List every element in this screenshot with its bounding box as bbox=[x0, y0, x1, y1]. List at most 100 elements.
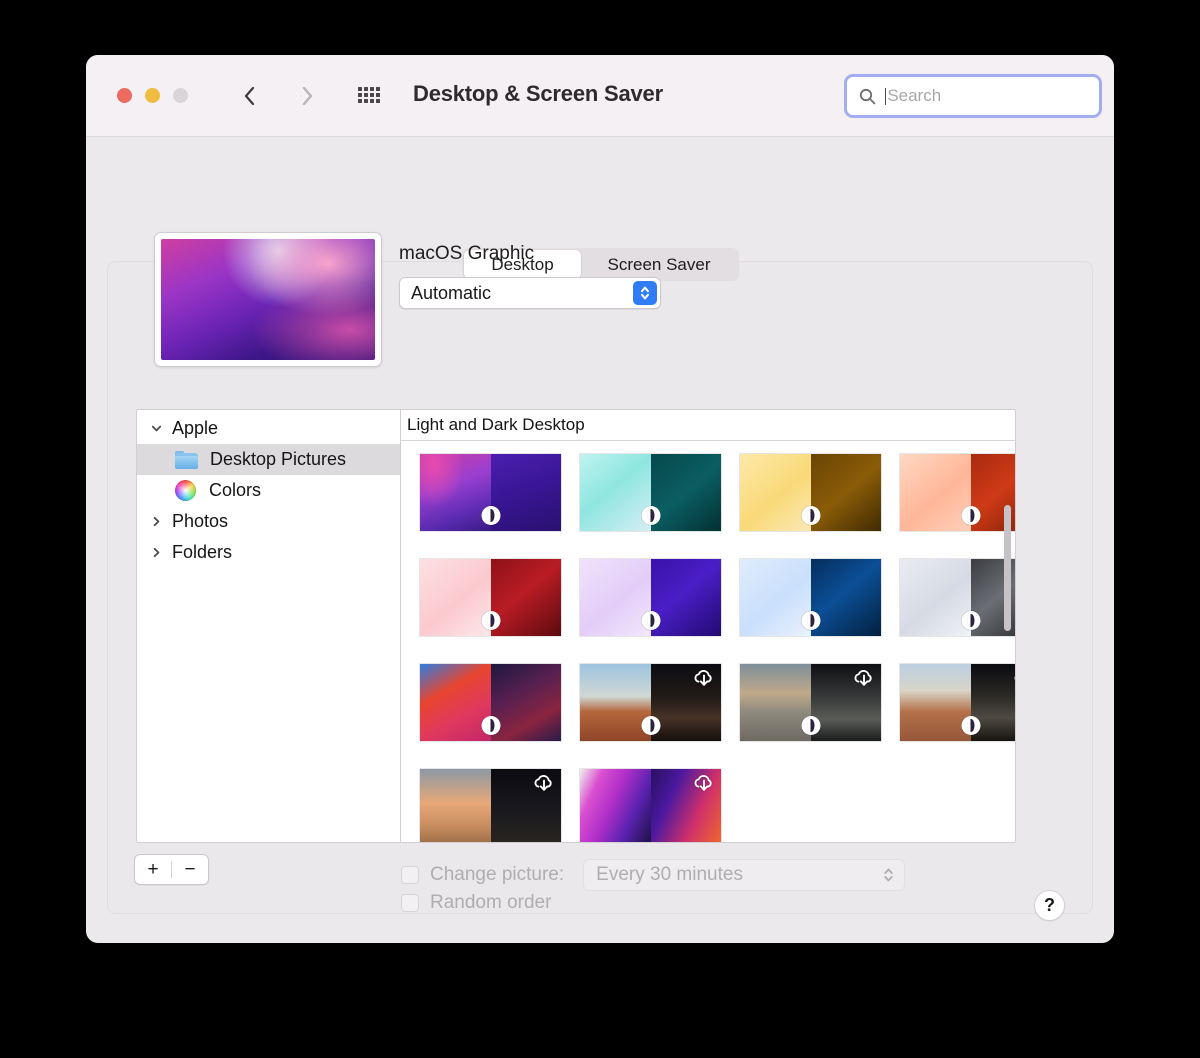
sidebar-item-label: Desktop Pictures bbox=[210, 449, 346, 470]
dynamic-desktop-badge-icon bbox=[641, 506, 660, 525]
thumbnail-light-half bbox=[740, 664, 811, 741]
change-interval-popup[interactable]: Every 30 minutes bbox=[583, 859, 905, 891]
sidebar-item-label: Photos bbox=[172, 511, 228, 532]
sidebar-item-label: Folders bbox=[172, 542, 232, 563]
grid-section-header: Light and Dark Desktop bbox=[401, 410, 1015, 441]
wallpaper-name-label: macOS Graphic bbox=[399, 243, 534, 265]
thumbnail-light-half bbox=[900, 664, 971, 741]
wallpaper-thumbnail[interactable] bbox=[419, 768, 562, 842]
system-preferences-window: Desktop & Screen Saver Desktop Screen Sa… bbox=[86, 55, 1114, 943]
popup-stepper-button[interactable] bbox=[633, 281, 657, 305]
cloud-download-icon[interactable] bbox=[532, 773, 556, 793]
wallpaper-thumbnail[interactable] bbox=[579, 558, 722, 637]
grid-scrollbar[interactable] bbox=[1004, 505, 1011, 631]
back-chevron-icon bbox=[244, 87, 255, 105]
thumbnail-light-half bbox=[580, 664, 651, 741]
chevron-up-down-icon bbox=[640, 285, 650, 301]
dynamic-desktop-badge-icon bbox=[961, 506, 980, 525]
wallpaper-grid-pane: Light and Dark Desktop bbox=[401, 410, 1015, 842]
thumbnail-light-half bbox=[420, 559, 491, 636]
thumbnail-light-half bbox=[580, 454, 651, 531]
wallpaper-thumbnail[interactable] bbox=[739, 663, 882, 742]
wallpaper-thumbnail[interactable] bbox=[419, 453, 562, 532]
cloud-download-icon[interactable] bbox=[692, 668, 716, 688]
chevron-right-icon[interactable] bbox=[145, 516, 167, 527]
minimize-button[interactable] bbox=[145, 88, 160, 103]
remove-folder-button[interactable]: − bbox=[172, 860, 208, 879]
dynamic-desktop-badge-icon bbox=[961, 716, 980, 735]
random-order-label: Random order bbox=[430, 892, 551, 914]
chevron-right-icon[interactable] bbox=[145, 547, 167, 558]
wallpaper-thumbnail[interactable] bbox=[579, 768, 722, 842]
thumbnail-light-half bbox=[420, 769, 491, 842]
thumbnail-light-half bbox=[580, 769, 651, 842]
back-button[interactable] bbox=[236, 83, 262, 109]
wallpaper-thumbnail[interactable] bbox=[419, 558, 562, 637]
sidebar-item-photos[interactable]: Photos bbox=[137, 506, 400, 537]
thumbnail-light-half bbox=[580, 559, 651, 636]
thumbnail-dark-half bbox=[651, 559, 722, 636]
search-field[interactable] bbox=[844, 74, 1102, 118]
wallpaper-thumbnail[interactable] bbox=[899, 453, 1015, 532]
thumbnail-light-half bbox=[420, 664, 491, 741]
search-input[interactable] bbox=[887, 86, 1087, 106]
thumbnail-light-half bbox=[420, 454, 491, 531]
chevron-down-icon[interactable] bbox=[145, 423, 167, 434]
add-folder-button[interactable]: + bbox=[135, 860, 171, 879]
wallpaper-thumbnail[interactable] bbox=[579, 453, 722, 532]
forward-chevron-icon bbox=[302, 87, 313, 105]
dynamic-desktop-badge-icon bbox=[641, 611, 660, 630]
search-icon bbox=[859, 88, 876, 105]
help-button[interactable]: ? bbox=[1034, 890, 1065, 921]
sidebar-item-label: Apple bbox=[172, 418, 218, 439]
grid-scroll-area[interactable] bbox=[401, 441, 1015, 842]
page-title: Desktop & Screen Saver bbox=[413, 81, 663, 107]
thumbnail-light-half bbox=[740, 454, 811, 531]
dynamic-desktop-badge-icon bbox=[481, 716, 500, 735]
thumbnail-dark-half bbox=[491, 454, 562, 531]
text-caret bbox=[885, 88, 886, 105]
window-body: Desktop Screen Saver macOS Graphic Autom… bbox=[86, 137, 1114, 943]
random-order-row: Random order bbox=[401, 892, 551, 914]
tab-screen-saver[interactable]: Screen Saver bbox=[581, 250, 737, 279]
add-remove-folder-control[interactable]: + − bbox=[134, 854, 209, 885]
chevron-up-down-icon bbox=[883, 867, 894, 884]
change-picture-label: Change picture: bbox=[430, 864, 564, 886]
thumbnail-light-half bbox=[900, 559, 971, 636]
change-picture-checkbox[interactable] bbox=[401, 866, 419, 884]
wallpaper-style-popup[interactable]: Automatic bbox=[399, 277, 661, 309]
wallpaper-thumbnail[interactable] bbox=[739, 558, 882, 637]
sidebar-item-apple[interactable]: Apple bbox=[137, 413, 400, 444]
wallpaper-thumbnail[interactable] bbox=[899, 663, 1015, 742]
cloud-download-icon[interactable] bbox=[1012, 668, 1015, 688]
change-picture-row: Change picture: Every 30 minutes bbox=[401, 859, 905, 891]
dynamic-desktop-badge-icon bbox=[801, 716, 820, 735]
close-button[interactable] bbox=[117, 88, 132, 103]
thumbnail-light-half bbox=[900, 454, 971, 531]
sidebar-item-folders[interactable]: Folders bbox=[137, 537, 400, 568]
wallpaper-browser: Apple Desktop Pictures Colors Ph bbox=[136, 409, 1016, 843]
wallpaper-preview bbox=[154, 232, 382, 367]
wallpaper-thumbnail[interactable] bbox=[419, 663, 562, 742]
wallpaper-style-value: Automatic bbox=[400, 283, 491, 304]
thumbnail-dark-half bbox=[811, 559, 882, 636]
random-order-checkbox[interactable] bbox=[401, 894, 419, 912]
thumbnail-dark-half bbox=[491, 559, 562, 636]
cloud-download-icon[interactable] bbox=[692, 773, 716, 793]
zoom-button[interactable] bbox=[173, 88, 188, 103]
dynamic-desktop-badge-icon bbox=[801, 506, 820, 525]
sidebar-item-desktop-pictures[interactable]: Desktop Pictures bbox=[137, 444, 400, 475]
forward-button[interactable] bbox=[294, 83, 320, 109]
sidebar-item-colors[interactable]: Colors bbox=[137, 475, 400, 506]
source-sidebar: Apple Desktop Pictures Colors Ph bbox=[137, 410, 401, 842]
wallpaper-thumbnail[interactable] bbox=[899, 558, 1015, 637]
show-all-preferences-button[interactable] bbox=[358, 87, 384, 105]
dynamic-desktop-badge-icon bbox=[801, 611, 820, 630]
cloud-download-icon[interactable] bbox=[852, 668, 876, 688]
wallpaper-thumbnail[interactable] bbox=[579, 663, 722, 742]
color-wheel-icon bbox=[175, 480, 196, 501]
thumbnail-light-half bbox=[740, 559, 811, 636]
dynamic-desktop-badge-icon bbox=[641, 716, 660, 735]
wallpaper-thumbnail[interactable] bbox=[739, 453, 882, 532]
thumbnail-dark-half bbox=[491, 664, 562, 741]
